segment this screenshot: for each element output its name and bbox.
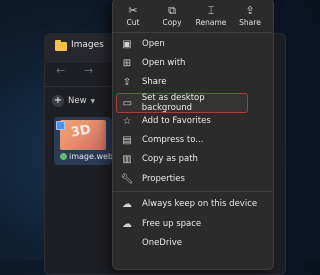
menu-item-label: Free up space (142, 219, 202, 229)
menu-item-label: Open (142, 39, 165, 49)
cloud-icon: ☁ (122, 198, 132, 210)
forward-arrow-icon[interactable]: → (84, 64, 93, 77)
cloud-outline-icon: ☁ (122, 218, 132, 230)
menu-item-label: Compress to... (142, 135, 204, 145)
scissors-icon: ✂ (128, 4, 138, 17)
new-button[interactable]: + New ▼ (52, 95, 95, 107)
back-arrow-icon[interactable]: ← (56, 64, 65, 77)
tab-title: Images (71, 40, 104, 50)
rename-label: Rename (195, 18, 227, 27)
share-button[interactable]: ⇪ Share (231, 4, 269, 27)
new-label: New (68, 96, 87, 106)
star-icon: ☆ (122, 115, 132, 127)
file-name: image.webp (69, 152, 119, 161)
menu-separator (112, 191, 272, 192)
menu-item-label: OneDrive (142, 238, 182, 248)
menu-item-free-up-space[interactable]: ☁ Free up space (116, 215, 266, 233)
menu-item-share[interactable]: ⇪ Share (116, 73, 266, 91)
menu-divider (112, 32, 272, 33)
share-icon: ⇪ (245, 4, 255, 17)
wrench-icon: 🔧︎ (120, 173, 134, 185)
menu-item-properties[interactable]: 🔧︎ Properties (116, 170, 266, 188)
chevron-down-icon: ▼ (90, 97, 96, 105)
rename-button[interactable]: ⌶ Rename (192, 4, 230, 27)
checkbox-icon[interactable] (56, 121, 65, 130)
menu-item-label: Always keep on this device (142, 199, 258, 209)
rename-icon: ⌶ (207, 4, 215, 17)
menu-item-compress[interactable]: ▤ Compress to... (116, 131, 266, 149)
menu-item-label: Copy as path (142, 154, 198, 164)
toolbar-divider (44, 86, 116, 87)
copy-button[interactable]: ⧉ Copy (153, 4, 191, 27)
menu-item-copy-as-path[interactable]: ▥ Copy as path (116, 150, 266, 168)
menu-item-label: Open with (142, 58, 186, 68)
menu-item-set-desktop-background[interactable]: ▭ Set as desktop background (116, 93, 248, 113)
cut-label: Cut (126, 18, 140, 27)
menu-item-label: Set as desktop background (141, 93, 205, 113)
copy-label: Copy (162, 18, 182, 27)
menu-item-always-keep[interactable]: ☁ Always keep on this device (116, 195, 266, 213)
copy-icon: ⧉ (168, 4, 176, 17)
menu-item-onedrive[interactable]: OneDrive (116, 234, 266, 252)
sync-status-icon (60, 153, 67, 160)
image-icon: ▣ (122, 38, 132, 50)
plus-icon: + (52, 95, 64, 107)
share-label: Share (239, 18, 261, 27)
desktop-icon: ▭ (122, 97, 133, 109)
menu-item-label: Share (142, 77, 167, 87)
share-icon: ⇪ (122, 76, 132, 88)
menu-item-label: Add to Favorites (142, 116, 211, 126)
menu-item-open[interactable]: ▣ Open (116, 35, 266, 53)
cut-button[interactable]: ✂ Cut (114, 4, 152, 27)
archive-icon: ▤ (122, 134, 132, 146)
path-icon: ▥ (122, 153, 132, 165)
menu-item-add-to-favorites[interactable]: ☆ Add to Favorites (116, 112, 266, 130)
menu-item-open-with[interactable]: ⊞ Open with (116, 54, 266, 72)
menu-item-label: Properties (142, 174, 185, 184)
folder-icon (55, 40, 67, 51)
apps-icon: ⊞ (122, 57, 132, 69)
